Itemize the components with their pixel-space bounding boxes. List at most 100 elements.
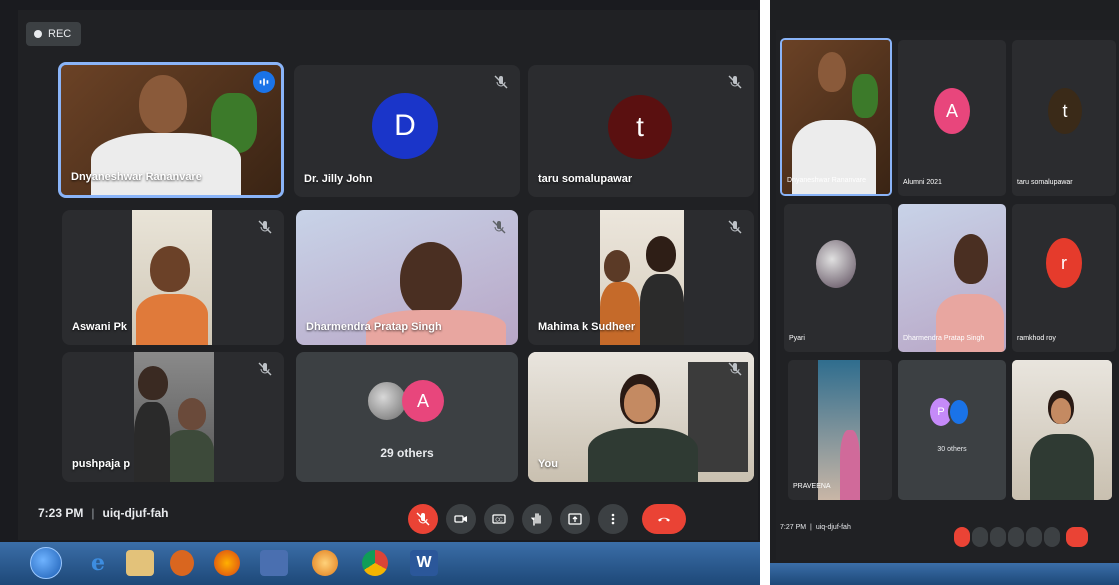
self-tile[interactable] [1012,360,1112,500]
participant-name: Mahima k Sudheer [538,321,636,333]
participant-name: Dnyaneshwar Rananvare [787,177,866,184]
mic-off-icon [728,220,742,234]
participant-tile[interactable]: Pyari [784,204,892,352]
meeting-time: 7:23 PM [38,506,84,520]
participant-tile[interactable]: A Alumni 2021 [898,40,1006,196]
participant-tile[interactable]: r ramkhod roy [1012,204,1116,352]
participant-video [132,210,212,345]
participant-tile[interactable]: Aswani Pk [62,210,284,345]
mic-toggle-button[interactable] [954,527,970,547]
participant-name: Dharmendra Pratap Singh [306,321,442,333]
self-tile[interactable]: You [528,352,754,482]
meet-window: REC Dnyaneshwar Rananvare D Dr. Jilly Jo… [18,10,758,540]
main-screen-photo: REC Dnyaneshwar Rananvare D Dr. Jilly Jo… [0,0,760,585]
self-video [1012,360,1112,500]
captions-button[interactable] [990,527,1006,547]
camera-icon [454,515,467,523]
more-options-button[interactable] [598,504,628,534]
participant-tile[interactable]: Dharmendra Pratap Singh [898,204,1006,352]
participant-tile[interactable]: t taru somalupawar [1012,40,1116,196]
leave-call-button[interactable] [642,504,686,534]
participant-avatar-photo [948,398,970,426]
second-screen-photo: Dnyaneshwar Rananvare A Alumni 2021 t ta… [770,0,1119,585]
participant-name: Aswani Pk [72,321,128,333]
raise-hand-button[interactable] [522,504,552,534]
leave-call-button[interactable] [1066,527,1088,547]
mic-off-icon [494,75,508,89]
meeting-time: 7:27 PM [780,524,807,531]
participant-name: Alumni 2021 [903,179,942,186]
meet-window-second: Dnyaneshwar Rananvare A Alumni 2021 t ta… [776,30,1119,560]
present-button[interactable] [560,504,590,534]
firefox-icon[interactable] [214,550,240,576]
chrome-icon[interactable] [362,550,388,576]
mic-off-icon [728,362,742,376]
svg-text:CC: CC [495,518,503,524]
mic-off-icon [728,75,742,89]
others-tile[interactable]: A 29 others [296,352,518,482]
participant-name: Pyari [789,335,805,342]
mic-off-icon [416,512,430,526]
meeting-code: uiq-djuf-fah [102,506,169,520]
mic-off-icon [258,220,272,234]
present-button[interactable] [1026,527,1042,547]
word-icon[interactable]: W [410,550,438,576]
record-dot-icon [34,30,42,38]
participant-tile[interactable]: Dnyaneshwar Rananvare [780,38,892,196]
more-options-icon [611,513,615,525]
meeting-code: uiq-djuf-fah [815,524,851,531]
mic-off-icon [258,362,272,376]
internet-explorer-icon[interactable]: e [84,550,112,576]
mic-off-icon [492,220,506,234]
file-explorer-icon[interactable] [126,550,154,576]
camera-toggle-button[interactable] [972,527,988,547]
participant-avatar: A [402,380,444,422]
participant-video [898,204,1006,352]
raise-hand-icon [531,513,541,526]
participant-name: PRAVEENA [793,483,831,490]
start-button-icon[interactable] [30,547,62,579]
participant-name: Dnyaneshwar Rananvare [71,171,202,183]
media-player-icon[interactable] [170,550,194,576]
more-options-button[interactable] [1044,527,1060,547]
mic-toggle-button[interactable] [408,504,438,534]
meeting-details: 7:27 PM | uiq-djuf-fah [780,524,851,531]
participant-avatar: r [1046,238,1082,288]
participant-video [134,352,214,482]
participant-name: Dr. Jilly John [304,173,373,185]
app-icon[interactable] [312,550,338,576]
others-count: 29 others [380,446,434,460]
meeting-separator: | [810,524,812,531]
recording-label: REC [48,28,72,40]
camera-toggle-button[interactable] [446,504,476,534]
meeting-separator: | [91,506,95,520]
participant-tile[interactable]: Dharmendra Pratap Singh [296,210,518,345]
windows-taskbar-second [770,563,1119,585]
participant-tile[interactable]: PRAVEENA [788,360,892,500]
participant-tile[interactable]: pushpaja p [62,352,284,482]
others-tile[interactable]: P 30 others [898,360,1006,500]
participant-name: ramkhod roy [1017,335,1056,342]
participant-avatar: t [1048,88,1082,134]
participant-tile[interactable]: D Dr. Jilly John [294,65,520,197]
participant-video [782,40,890,194]
participant-avatar: D [372,93,438,159]
participant-name: Dharmendra Pratap Singh [903,335,985,342]
captions-button[interactable]: CC [484,504,514,534]
raise-hand-button[interactable] [1008,527,1024,547]
participant-name: taru somalupawar [538,173,633,185]
self-video [528,352,754,482]
participant-tile[interactable]: Dnyaneshwar Rananvare [58,62,284,198]
participant-name: taru somalupawar [1017,179,1073,186]
participant-tile[interactable]: Mahima k Sudheer [528,210,754,345]
participant-name: pushpaja p [72,458,131,470]
captions-icon: CC [492,514,506,524]
participant-tile[interactable]: t taru somalupawar [528,65,754,197]
participant-avatar-photo [816,240,856,288]
mail-icon[interactable] [260,550,288,576]
meeting-control-bar: 7:23 PM | uiq-djuf-fah CC [18,492,758,540]
participant-video [818,360,860,500]
hang-up-icon [658,517,670,522]
windows-taskbar: e W [0,542,760,585]
participant-name: You [538,458,558,470]
